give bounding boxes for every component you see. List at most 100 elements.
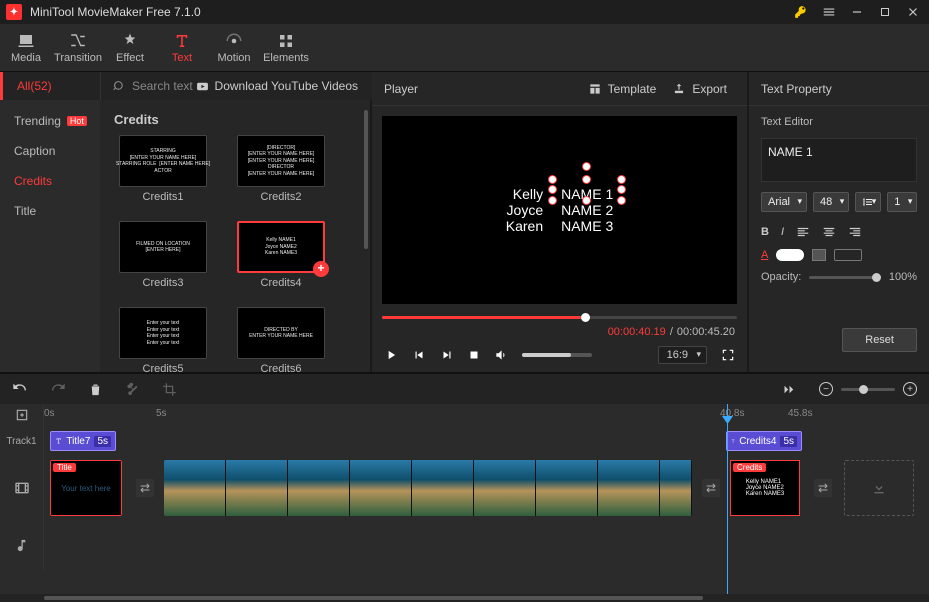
video-title-clip[interactable]: Title Your text here (50, 460, 122, 516)
text-clip-label: Credits4 (739, 436, 776, 447)
text-selection-box[interactable] (553, 180, 621, 200)
transition-slot-1[interactable]: ⇄ (136, 479, 154, 497)
thumb-label: Credits1 (143, 191, 184, 203)
text-color-chip[interactable] (776, 249, 804, 261)
title-clip-text: Your text here (61, 484, 111, 493)
credits-right-3[interactable]: NAME 3 (561, 218, 613, 234)
split-button[interactable] (125, 382, 140, 397)
app-title: MiniTool MovieMaker Free 7.1.0 (30, 5, 783, 19)
zoom-slider[interactable] (841, 388, 895, 391)
credits-tag: Credits (733, 463, 766, 472)
volume-button[interactable] (494, 348, 508, 362)
timeline-marker-button[interactable] (0, 404, 44, 426)
highlight-color-chip[interactable] (834, 249, 862, 261)
video-main-clip[interactable] (164, 460, 692, 516)
template-icon (588, 82, 602, 96)
credits-clip-text: Kelly NAME1 Joyce NAME2 Karen NAME3 (746, 479, 784, 497)
category-title[interactable]: Title (0, 196, 100, 226)
fullscreen-button[interactable] (721, 348, 735, 362)
delete-button[interactable] (88, 382, 103, 397)
volume-slider[interactable] (522, 353, 592, 357)
text-clip-label: Title7 (66, 436, 90, 447)
track-audio-header (0, 520, 44, 570)
crop-button[interactable] (162, 382, 177, 397)
zoom-in-button[interactable]: + (903, 382, 917, 396)
search-placeholder: Search text (132, 79, 193, 93)
font-select[interactable]: Arial (761, 192, 807, 212)
template-credits3[interactable]: FILMED ON LOCATION [ENTER HERE]Credits3 (114, 221, 212, 289)
tab-media[interactable]: Media (0, 24, 52, 71)
text-clip-title7[interactable]: Title7 5s (50, 431, 116, 451)
close-button[interactable] (903, 2, 923, 22)
track-audio-lane[interactable] (44, 520, 929, 570)
track-video-lane[interactable]: Title Your text here ⇄ ⇄ Credits Kelly N… (44, 456, 929, 520)
download-youtube-button[interactable]: Download YouTube Videos (196, 72, 372, 100)
category-credits[interactable]: Credits (0, 166, 100, 196)
font-size-select[interactable]: 48 (813, 192, 849, 212)
undo-button[interactable] (12, 381, 28, 397)
credits-left-3: Karen (506, 218, 543, 234)
category-trending[interactable]: Trending Hot (0, 106, 100, 136)
template-credits4[interactable]: Kelly NAME1 Joyce NAME2 Karen NAME3+Cred… (232, 221, 330, 289)
text-editor-input[interactable]: NAME 1 (761, 138, 917, 182)
text-clip-icon (55, 436, 62, 446)
maximize-button[interactable] (875, 2, 895, 22)
export-button[interactable]: Export (664, 78, 735, 100)
search-input[interactable]: Search text (100, 72, 196, 100)
playhead[interactable] (727, 404, 728, 596)
zoom-out-button[interactable]: − (819, 382, 833, 396)
align-right-button[interactable] (848, 225, 862, 239)
aspect-ratio-select[interactable]: 16:9 (658, 346, 707, 364)
timeline-h-scrollbar[interactable] (0, 594, 929, 602)
opacity-slider[interactable] (809, 276, 881, 279)
duration-time: 00:00:45.20 (677, 326, 735, 338)
menu-icon[interactable] (819, 2, 839, 22)
add-clip-dropzone[interactable] (844, 460, 914, 516)
export-icon (672, 82, 686, 96)
property-title: Text Property (749, 72, 929, 106)
player-title: Player (384, 82, 580, 96)
tab-text[interactable]: Text (156, 24, 208, 71)
stop-button[interactable] (468, 349, 480, 361)
video-credits-clip[interactable]: Credits Kelly NAME1 Joyce NAME2 Karen NA… (730, 460, 800, 516)
template-credits2[interactable]: [DIRECTOR] [ENTER YOUR NAME HERE] [ENTER… (232, 135, 330, 203)
line-height-select[interactable]: 1 (887, 192, 917, 212)
transition-slot-2[interactable]: ⇄ (702, 479, 720, 497)
template-credits5[interactable]: Enter your text Enter your text Enter yo… (114, 307, 212, 372)
highlight-color-icon[interactable] (812, 249, 826, 261)
video-preview[interactable]: Kelly Joyce Karen (382, 116, 737, 304)
thumb-preview-text: [DIRECTOR] [ENTER YOUR NAME HERE] [ENTER… (248, 145, 315, 178)
filter-all[interactable]: All(52) (0, 72, 100, 100)
player-seekbar[interactable] (382, 308, 737, 326)
text-color-icon[interactable]: A (761, 249, 768, 261)
tab-transition[interactable]: Transition (52, 24, 104, 71)
align-center-button[interactable] (822, 225, 836, 239)
template-credits1[interactable]: STARRING [ENTER YOUR NAME HERE] STARRING… (114, 135, 212, 203)
template-button[interactable]: Template (580, 78, 665, 100)
track-text-lane[interactable]: Title7 5s Credits4 5s (44, 426, 929, 456)
minimize-button[interactable] (847, 2, 867, 22)
speed-icon[interactable] (782, 382, 797, 397)
prev-frame-button[interactable] (412, 348, 426, 362)
line-height-icon[interactable] (855, 192, 881, 212)
tab-effect[interactable]: Effect (104, 24, 156, 71)
transition-slot-3[interactable]: ⇄ (814, 479, 832, 497)
tab-elements[interactable]: Elements (260, 24, 312, 71)
category-caption[interactable]: Caption (0, 136, 100, 166)
add-template-icon[interactable]: + (313, 261, 329, 277)
template-scrollbar[interactable] (364, 110, 368, 362)
template-credits6[interactable]: DIRECTED BY ENTER YOUR NAME HERECredits6 (232, 307, 330, 372)
ruler-tick: 5s (156, 408, 167, 419)
bold-button[interactable]: B (761, 226, 769, 238)
tab-motion[interactable]: Motion (208, 24, 260, 71)
align-left-button[interactable] (796, 225, 810, 239)
text-clip-credits4[interactable]: Credits4 5s (726, 431, 802, 451)
play-button[interactable] (384, 348, 398, 362)
upgrade-key-icon[interactable] (791, 2, 811, 22)
text-clip-duration: 5s (94, 436, 111, 447)
reset-button[interactable]: Reset (842, 328, 917, 352)
redo-button[interactable] (50, 381, 66, 397)
timeline-ruler[interactable]: 0s 5s 40.8s 45.8s (44, 404, 929, 426)
next-frame-button[interactable] (440, 348, 454, 362)
italic-button[interactable]: I (781, 226, 784, 238)
